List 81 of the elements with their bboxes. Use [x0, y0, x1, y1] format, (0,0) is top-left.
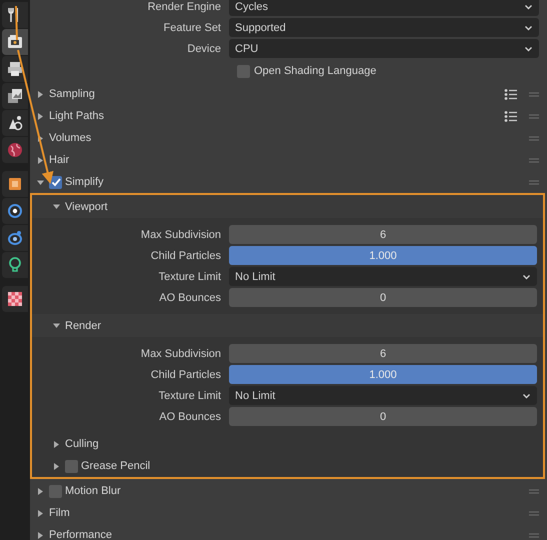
- properties-tab[interactable]: [2, 56, 28, 82]
- panel-title: Volumes: [49, 132, 92, 144]
- field-label: AO Bounces: [158, 410, 222, 422]
- panel-title: Sampling: [49, 88, 95, 100]
- chevron-icon: [524, 2, 533, 10]
- drag-handle-icon: [529, 180, 539, 184]
- properties-tab[interactable]: [2, 83, 28, 109]
- camera-icon: [6, 33, 24, 51]
- field-label: Texture Limit: [158, 270, 222, 282]
- properties-tab[interactable]: [2, 198, 28, 224]
- panel-header[interactable]: Light Paths: [30, 105, 547, 127]
- field-label: Max Subdivision: [140, 348, 222, 360]
- properties-tab[interactable]: [2, 137, 28, 163]
- panel-title: Render: [65, 320, 102, 332]
- panel-title: Viewport: [65, 200, 108, 212]
- chevron-icon: [524, 24, 533, 32]
- drag-handle-icon: [529, 114, 539, 118]
- field-label: Max Subdivision: [140, 228, 222, 240]
- panel-header[interactable]: Grease Pencil: [32, 455, 543, 477]
- bulb-icon: [6, 256, 24, 274]
- field-label: Feature Set: [162, 22, 222, 34]
- field-label: Child Particles: [150, 250, 222, 262]
- drag-handle-icon: [529, 158, 539, 162]
- panel-header[interactable]: Culling: [32, 433, 543, 455]
- panel-header[interactable]: Hair: [30, 149, 547, 171]
- field-label: Texture Limit: [158, 390, 222, 402]
- checkbox[interactable]: [65, 460, 78, 472]
- number-field[interactable]: 6: [229, 225, 537, 244]
- drag-handle-icon: [529, 488, 539, 494]
- drag-handle-icon: [529, 136, 539, 140]
- ring-icon: [6, 229, 24, 247]
- globe-icon: [6, 141, 24, 159]
- properties-tab[interactable]: [2, 29, 28, 55]
- chevron-icon: [524, 44, 533, 52]
- dropdown[interactable]: No Limit: [229, 267, 537, 286]
- number-field[interactable]: 0: [229, 288, 537, 307]
- shapes-icon: [6, 114, 24, 132]
- drag-handle-icon: [529, 532, 539, 538]
- panel-title: Culling: [65, 438, 99, 450]
- checker-icon: [6, 290, 24, 308]
- square-icon: [6, 175, 24, 193]
- panel-header[interactable]: Sampling: [30, 83, 547, 105]
- orbit-icon: [6, 202, 24, 220]
- field-label: Render Engine: [146, 0, 222, 12]
- panel-header[interactable]: Viewport: [32, 195, 543, 218]
- properties-tab[interactable]: [2, 171, 28, 197]
- images-icon: [6, 87, 24, 105]
- field-label: Child Particles: [150, 368, 222, 380]
- field-label: Device: [186, 42, 222, 54]
- dropdown[interactable]: Cycles: [229, 0, 539, 16]
- properties-tab[interactable]: [2, 252, 28, 278]
- panel-title: Hair: [49, 154, 70, 166]
- drag-handle-icon: [529, 92, 539, 96]
- dropdown[interactable]: No Limit: [229, 386, 537, 405]
- panel-header[interactable]: Volumes: [30, 127, 547, 149]
- number-field[interactable]: 6: [229, 344, 537, 363]
- panel-header[interactable]: Performance: [30, 524, 547, 540]
- panel-header[interactable]: Motion Blur: [30, 480, 547, 502]
- panel-title: Motion Blur: [65, 485, 121, 497]
- panel-title: Performance: [49, 529, 112, 540]
- checkbox-label[interactable]: Open Shading Language: [254, 65, 376, 77]
- printer-icon: [6, 60, 24, 78]
- properties-tab[interactable]: [2, 110, 28, 136]
- panel-title: Light Paths: [49, 110, 104, 122]
- chevron-icon: [522, 272, 531, 280]
- chevron-icon: [522, 392, 531, 400]
- number-field[interactable]: 0: [229, 407, 537, 426]
- panel-title: Film: [49, 507, 70, 519]
- dropdown[interactable]: Supported: [229, 18, 539, 37]
- panel-header[interactable]: Film: [30, 502, 547, 524]
- dropdown[interactable]: CPU: [229, 39, 539, 58]
- checkbox[interactable]: [49, 484, 62, 498]
- panel-title: Simplify: [65, 176, 104, 188]
- field-label: AO Bounces: [158, 292, 222, 304]
- drag-handle-icon: [529, 510, 539, 516]
- panel-title: Grease Pencil: [81, 460, 150, 472]
- checkbox[interactable]: [237, 64, 250, 78]
- properties-tab[interactable]: [2, 286, 28, 312]
- panel-header[interactable]: Render: [32, 314, 543, 337]
- panel-header[interactable]: Simplify: [30, 171, 547, 193]
- properties-tab[interactable]: [2, 2, 28, 28]
